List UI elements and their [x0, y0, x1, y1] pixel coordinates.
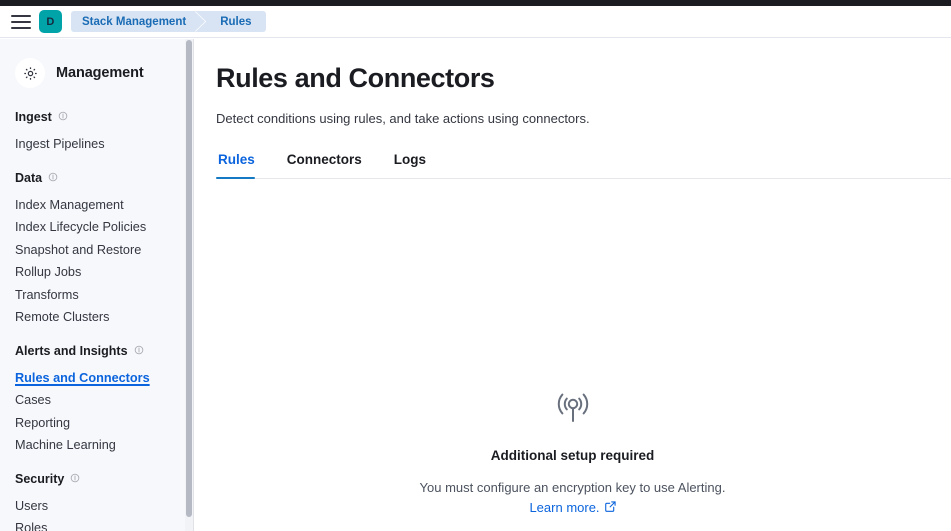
sidebar-section-data: Data Index Management Index Lifecycle Po… [15, 171, 186, 329]
sidebar-item-index-management[interactable]: Index Management [15, 194, 186, 217]
sidebar-section-alerts-and-insights: Alerts and Insights Rules and Connectors… [15, 344, 186, 457]
empty-state-description: You must configure an encryption key to … [419, 480, 726, 495]
learn-more-label: Learn more. [529, 500, 600, 515]
global-header: D Stack Management Rules [0, 6, 951, 38]
breadcrumb-chevron-icon [195, 11, 207, 32]
collapse-circle-icon[interactable] [134, 344, 144, 358]
sidebar-item-roles[interactable]: Roles [15, 517, 186, 531]
sidebar-section-header[interactable]: Data [15, 171, 186, 185]
sidebar-section-ingest: Ingest Ingest Pipelines [15, 110, 186, 156]
hamburger-menu-icon[interactable] [9, 11, 33, 33]
sidebar-section-label: Ingest [15, 110, 52, 124]
page-title: Rules and Connectors [216, 63, 495, 93]
tab-rules[interactable]: Rules [216, 152, 269, 179]
sidebar-item-snapshot-and-restore[interactable]: Snapshot and Restore [15, 239, 186, 262]
sidebar-section-security: Security Users Roles [15, 472, 186, 531]
sidebar-section-header[interactable]: Security [15, 472, 186, 486]
avatar[interactable]: D [39, 10, 62, 33]
breadcrumb: Stack Management Rules [71, 11, 266, 32]
sidebar-scrollbar-thumb[interactable] [186, 40, 192, 517]
hamburger-line [11, 14, 31, 17]
sidebar-item-index-lifecycle-policies[interactable]: Index Lifecycle Policies [15, 216, 186, 239]
tab-bar: Rules Connectors Logs [216, 152, 951, 179]
breadcrumb-item-rules[interactable]: Rules [206, 11, 266, 32]
sidebar-item-rollup-jobs[interactable]: Rollup Jobs [15, 261, 186, 284]
sidebar-section-header[interactable]: Alerts and Insights [15, 344, 186, 358]
collapse-circle-icon[interactable] [48, 171, 58, 185]
sidebar-item-machine-learning[interactable]: Machine Learning [15, 434, 186, 457]
sidebar-item-ingest-pipelines[interactable]: Ingest Pipelines [15, 133, 186, 156]
empty-state-title: Additional setup required [490, 448, 655, 463]
hamburger-line [11, 20, 31, 23]
empty-state: Additional setup required You must confi… [194, 389, 951, 517]
sidebar-item-cases[interactable]: Cases [15, 389, 186, 412]
sidebar-item-transforms[interactable]: Transforms [15, 284, 186, 307]
sidebar-item-remote-clusters[interactable]: Remote Clusters [15, 306, 186, 329]
collapse-circle-icon[interactable] [58, 110, 68, 124]
sidebar-section-header[interactable]: Ingest [15, 110, 186, 124]
tab-connectors[interactable]: Connectors [285, 152, 376, 178]
breadcrumb-item-stack-management[interactable]: Stack Management [71, 11, 196, 32]
hamburger-line [11, 26, 31, 29]
broadcast-antenna-icon [194, 389, 951, 434]
sidebar-item-rules-and-connectors[interactable]: Rules and Connectors [15, 367, 186, 390]
sidebar: Management Ingest Ingest Pipelines Data … [0, 39, 186, 531]
sidebar-section-label: Alerts and Insights [15, 343, 128, 358]
sidebar-section-label: Security [15, 471, 65, 486]
page-subtitle: Detect conditions using rules, and take … [216, 111, 590, 126]
tab-logs[interactable]: Logs [392, 152, 440, 178]
external-link-icon [604, 500, 616, 515]
gear-icon [15, 58, 45, 88]
sidebar-section-label: Data [15, 170, 43, 185]
learn-more-link[interactable]: Learn more. [529, 500, 616, 515]
sidebar-title: Management [56, 65, 144, 81]
sidebar-item-users[interactable]: Users [15, 495, 186, 518]
main-content: Rules and Connectors Detect conditions u… [194, 39, 951, 531]
collapse-circle-icon[interactable] [70, 472, 80, 486]
sidebar-item-reporting[interactable]: Reporting [15, 412, 186, 435]
application-window: D Stack Management Rules Management Inge… [0, 0, 951, 531]
sidebar-header: Management [15, 39, 186, 95]
